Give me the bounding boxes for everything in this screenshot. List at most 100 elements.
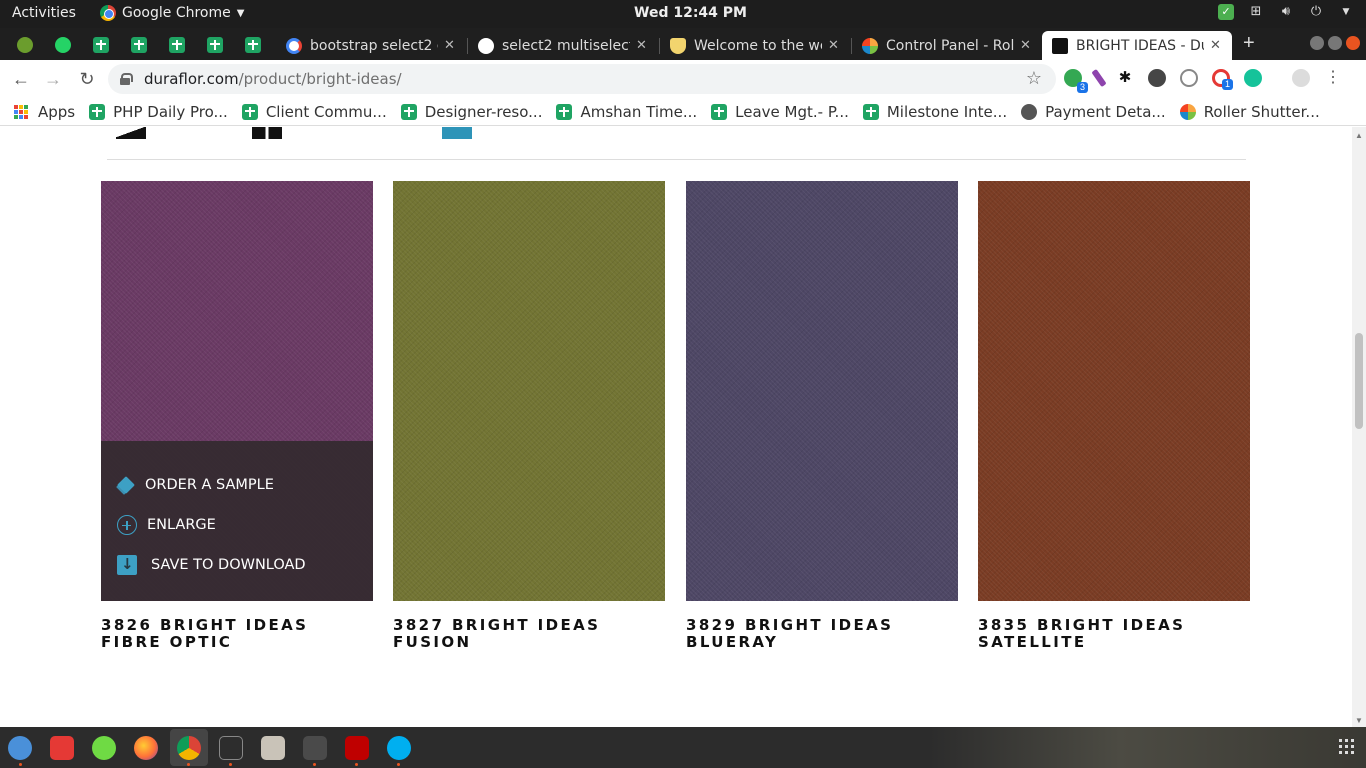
menu-kebab-icon[interactable]: ⋮ <box>1324 69 1342 87</box>
order-sample-button[interactable]: ORDER A SAMPLE <box>101 465 373 505</box>
bookmark-apps[interactable]: Apps <box>14 103 75 121</box>
address-bar[interactable]: duraflor.com /product/bright-ideas/ ☆ <box>108 64 1056 94</box>
pinned-tab[interactable] <box>160 32 194 58</box>
tab-welcome[interactable]: Welcome to the we ✕ <box>660 31 850 60</box>
lock-icon[interactable] <box>120 73 133 85</box>
bookmark-item[interactable]: Leave Mgt.- P... <box>711 103 849 121</box>
chrome-icon <box>100 5 116 21</box>
bookmark-item[interactable]: Payment Deta... <box>1021 103 1166 121</box>
scroll-up-icon[interactable]: ▲ <box>1355 131 1363 140</box>
product-title[interactable]: 3826 BRIGHT IDEAS FIBRE OPTIC <box>101 617 373 651</box>
back-arrow-icon[interactable]: ← <box>10 68 32 90</box>
product-card-blueray[interactable]: 3829 BRIGHT IDEAS BLUERAY <box>686 181 958 651</box>
tab-bootstrap-select2[interactable]: bootstrap select2 c ✕ <box>276 31 466 60</box>
product-swatch[interactable]: ORDER A SAMPLE ENLARGE SAVE TO DOWNLOAD <box>101 181 373 601</box>
scroll-down-icon[interactable]: ▼ <box>1355 716 1363 725</box>
chevron-down-icon: ▼ <box>236 7 245 19</box>
tab-title: Welcome to the we <box>694 37 822 54</box>
product-swatch[interactable] <box>393 181 665 601</box>
bookmark-item[interactable]: Amshan Time... <box>556 103 697 121</box>
terminal-icon[interactable] <box>219 736 243 760</box>
skype-icon[interactable] <box>387 736 411 760</box>
tab-select2-multiselect[interactable]: select2 multiselect ✕ <box>468 31 658 60</box>
bookmarks-bar: Apps PHP Daily Pro... Client Commu... De… <box>0 98 1366 126</box>
extension-green-icon[interactable]: 3 <box>1064 69 1088 93</box>
pinned-tab[interactable] <box>46 32 80 58</box>
product-card-fusion[interactable]: 3827 BRIGHT IDEAS FUSION <box>393 181 665 651</box>
bookmark-label: Roller Shutter... <box>1203 102 1320 121</box>
upwork-icon[interactable] <box>92 736 116 760</box>
new-tab-button[interactable]: + <box>1243 32 1255 55</box>
bookmark-item[interactable]: Milestone Inte... <box>862 103 1007 121</box>
product-card-fibre-optic[interactable]: ORDER A SAMPLE ENLARGE SAVE TO DOWNLOAD … <box>101 181 373 651</box>
product-title[interactable]: 3835 BRIGHT IDEAS SATELLITE <box>978 617 1250 651</box>
product-title[interactable]: 3827 BRIGHT IDEAS FUSION <box>393 617 665 651</box>
pinned-tab[interactable] <box>236 32 270 58</box>
network-icon[interactable]: ⊞ <box>1248 4 1264 20</box>
bookmark-item[interactable]: Client Commu... <box>241 103 387 121</box>
maximize-button[interactable] <box>1328 36 1342 50</box>
profile-avatar[interactable] <box>1292 69 1310 87</box>
pinned-tab[interactable] <box>122 32 156 58</box>
activities-button[interactable]: Activities <box>12 5 76 21</box>
product-title[interactable]: 3829 BRIGHT IDEAS BLUERAY <box>686 617 958 651</box>
wordpress-icon[interactable] <box>1148 69 1166 87</box>
duraflor-icon <box>1052 37 1068 54</box>
chrome-icon[interactable] <box>177 736 201 760</box>
scrollbar-thumb[interactable] <box>1355 333 1363 429</box>
order-sample-label: ORDER A SAMPLE <box>145 477 274 493</box>
power-icon[interactable]: ⏻ <box>1308 4 1324 20</box>
system-tray[interactable]: ✓ ⊞ 🔊︎ ⏻ ▼ <box>1218 4 1354 20</box>
files-icon[interactable] <box>261 736 285 760</box>
pinned-tab[interactable] <box>198 32 232 58</box>
product-card-satellite[interactable]: 3835 BRIGHT IDEAS SATELLITE <box>978 181 1250 651</box>
product-swatch[interactable] <box>686 181 958 601</box>
tab-control-panel[interactable]: Control Panel - Rol ✕ <box>852 31 1042 60</box>
bookmark-item[interactable]: Roller Shutter... <box>1179 102 1320 121</box>
cloud-icon[interactable] <box>1180 69 1198 87</box>
bookmark-item[interactable]: PHP Daily Pro... <box>89 103 228 121</box>
page-content: ORDER A SAMPLE ENLARGE SAVE TO DOWNLOAD … <box>0 127 1352 727</box>
pattern-icon <box>116 127 146 139</box>
save-download-label: SAVE TO DOWNLOAD <box>151 557 306 573</box>
page-scrollbar[interactable]: ▲ ▼ <box>1352 127 1366 727</box>
app-menu[interactable]: Google Chrome ▼ <box>100 5 244 21</box>
bookmark-item[interactable]: Designer-reso... <box>400 103 542 121</box>
clock[interactable]: Wed 12:44 PM <box>634 5 747 21</box>
gnome-icon[interactable]: ✱ <box>1116 69 1134 87</box>
minimize-button[interactable] <box>1310 36 1324 50</box>
pinned-tab[interactable] <box>84 32 118 58</box>
reload-icon[interactable]: ↻ <box>76 68 98 90</box>
close-icon[interactable]: ✕ <box>1020 38 1031 53</box>
sheets-icon <box>400 103 417 120</box>
enlarge-button[interactable]: ENLARGE <box>101 505 373 545</box>
section-divider <box>107 159 1246 160</box>
filezilla-icon[interactable] <box>345 736 369 760</box>
close-window-button[interactable] <box>1346 36 1360 50</box>
volume-icon[interactable]: 🔊︎ <box>1278 4 1294 20</box>
close-icon[interactable]: ✕ <box>1210 38 1221 53</box>
close-icon[interactable]: ✕ <box>444 38 455 53</box>
anydesk-icon[interactable] <box>50 736 74 760</box>
enlarge-label: ENLARGE <box>147 517 216 533</box>
chevron-down-icon[interactable]: ▼ <box>1338 4 1354 20</box>
product-swatch[interactable] <box>978 181 1250 601</box>
close-icon[interactable]: ✕ <box>636 38 647 53</box>
close-icon[interactable]: ✕ <box>828 38 839 53</box>
firefox-icon[interactable] <box>134 736 158 760</box>
download-icon <box>117 555 137 575</box>
show-applications-button[interactable] <box>1339 739 1354 754</box>
target-icon[interactable]: 1 <box>1212 69 1233 90</box>
feather-icon[interactable] <box>1091 68 1107 88</box>
bookmark-star-icon[interactable]: ☆ <box>1026 68 1042 89</box>
sublime-text-icon[interactable] <box>303 736 327 760</box>
grammarly-icon[interactable] <box>1244 69 1262 87</box>
tab-bright-ideas[interactable]: BRIGHT IDEAS - Du ✕ <box>1042 31 1232 60</box>
thunderbird-icon[interactable] <box>8 736 32 760</box>
update-check-icon[interactable]: ✓ <box>1218 4 1234 20</box>
pinned-tab[interactable] <box>8 32 42 58</box>
sheets-icon <box>556 103 573 120</box>
ubuntu-dock <box>0 727 1366 768</box>
forward-arrow-icon[interactable]: → <box>42 68 64 90</box>
save-download-button[interactable]: SAVE TO DOWNLOAD <box>101 545 373 585</box>
